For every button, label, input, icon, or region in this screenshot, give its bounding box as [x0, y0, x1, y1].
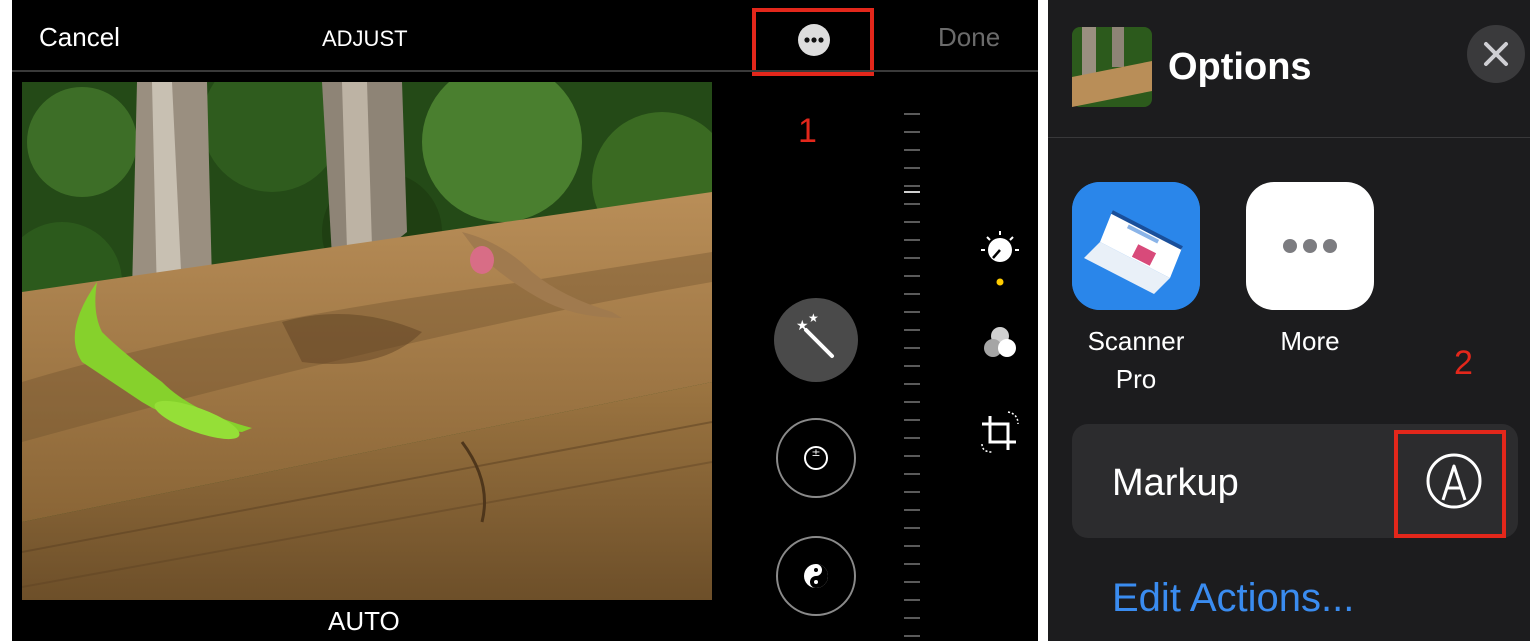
auto-enhance-icon: ★ ★	[796, 311, 834, 358]
sheet-title: Options	[1168, 46, 1312, 88]
more-apps-icon	[1283, 239, 1337, 253]
scanner-pro-label-line2: Pro	[1115, 364, 1157, 394]
brilliance-icon	[804, 564, 828, 588]
scanner-pro-label-line1: Scanner	[1087, 326, 1185, 356]
options-sheet: Options Scanner Pro More 2 Markup Edit A…	[1048, 0, 1530, 641]
exposure-icon: ±	[804, 446, 828, 470]
more-apps-label: More	[1280, 326, 1340, 356]
svg-text:★: ★	[808, 311, 819, 325]
cancel-button[interactable]: Cancel	[39, 22, 120, 53]
step-number-1: 1	[798, 112, 817, 150]
scanner-pro-label: Scanner Pro	[1062, 322, 1210, 398]
adjustment-slider[interactable]	[902, 100, 922, 640]
photo-preview	[22, 82, 712, 600]
exposure-button[interactable]: ±	[776, 418, 856, 498]
done-button[interactable]: Done	[938, 22, 1000, 53]
scanner-pro-app-icon	[1072, 182, 1200, 310]
step-number-2: 2	[1454, 344, 1473, 382]
markup-label: Markup	[1112, 462, 1239, 504]
photo-thumbnail	[1072, 27, 1152, 107]
page-title: ADJUST	[322, 26, 408, 51]
svg-text:±: ±	[811, 446, 820, 459]
photo-edit-screen: Cancel ADJUST Done 1 AUTO ★ ★ ±	[12, 0, 1038, 641]
more-apps-button[interactable]	[1246, 182, 1374, 310]
edit-actions-link[interactable]: Edit Actions...	[1112, 576, 1354, 621]
toolbar-divider	[12, 70, 1038, 72]
crop-rotate-icon[interactable]	[978, 408, 1022, 456]
scanner-pro-app-button[interactable]	[1072, 182, 1200, 310]
svg-text:★: ★	[796, 318, 809, 334]
header-divider	[1048, 137, 1530, 138]
annotation-box-1	[752, 8, 874, 76]
adjust-dial-icon[interactable]	[978, 228, 1022, 292]
close-button[interactable]	[1467, 25, 1525, 83]
close-icon	[1484, 42, 1508, 66]
brilliance-button[interactable]	[776, 536, 856, 616]
filters-icon[interactable]	[978, 322, 1022, 366]
auto-enhance-button[interactable]: ★ ★	[774, 298, 858, 382]
mode-label: AUTO	[328, 606, 400, 636]
annotation-box-2	[1394, 430, 1506, 538]
